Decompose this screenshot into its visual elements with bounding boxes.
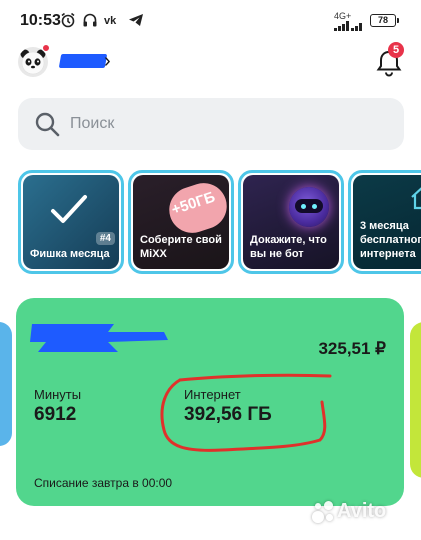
avito-logo-icon: [312, 500, 334, 523]
headphones-icon: [83, 13, 97, 27]
story-card[interactable]: +50ГБ Соберите свой MiXX: [128, 170, 234, 274]
avatar-status-dot: [42, 44, 50, 52]
battery-level: 78: [377, 15, 388, 25]
status-bar: 10:53 vk 4G+ 78: [0, 0, 421, 42]
search-icon: [35, 112, 60, 137]
minutes-value: 6912: [34, 404, 77, 425]
robot-face: [295, 199, 323, 213]
story-image: #4 Фишка месяца: [23, 175, 119, 269]
svg-text:vk: vk: [104, 15, 117, 27]
telegram-icon: [129, 14, 143, 26]
app-header: › 5: [0, 42, 421, 84]
avito-watermark: Avito: [312, 500, 386, 523]
story-card[interactable]: 3 месяца бесплатного интернета: [348, 170, 421, 274]
minutes-label: Минуты: [34, 387, 82, 402]
search-placeholder: Поиск: [70, 115, 115, 132]
status-time: 10:53: [20, 12, 61, 29]
phone-number-redacted: [30, 324, 168, 352]
story-card[interactable]: #4 Фишка месяца: [18, 170, 124, 274]
signal-icon: [334, 21, 362, 31]
balance-card[interactable]: 325,51 ₽ Минуты 6912 Интернет 392,56 ГБ …: [16, 298, 404, 506]
alarm-icon: [61, 12, 75, 28]
story-card[interactable]: Докажите, что вы не бот: [238, 170, 344, 274]
next-card-peek[interactable]: [410, 322, 421, 478]
house-icon: [411, 187, 421, 210]
checkmark-icon: [51, 195, 87, 223]
previous-card-peek[interactable]: [0, 322, 12, 446]
story-title: 3 месяца бесплатного интернета: [360, 220, 421, 260]
story-title: Фишка месяца: [30, 248, 110, 260]
notifications-badge: 5: [388, 42, 404, 58]
network-indicator: 4G+: [334, 11, 352, 21]
red-scribble-annotation: [160, 373, 332, 452]
watermark-text: Avito: [337, 500, 387, 522]
vk-icon: vk: [104, 15, 117, 27]
chevron-right-icon[interactable]: ›: [104, 50, 111, 73]
story-badge: #4: [95, 232, 115, 245]
story-title: Докажите, что вы не бот: [250, 234, 327, 260]
username-redacted[interactable]: [58, 54, 108, 68]
story-image: 3 месяца бесплатного интернета: [353, 175, 421, 269]
story-title: Соберите свой MiXX: [140, 234, 222, 260]
search-bar[interactable]: Поиск: [18, 98, 404, 150]
story-image: Докажите, что вы не бот: [243, 175, 339, 269]
status-icons: vk: [60, 12, 144, 28]
battery-icon: 78: [370, 14, 399, 27]
robot-eye: [312, 204, 317, 209]
balance-amount: 325,51 ₽: [318, 339, 386, 358]
story-image: +50ГБ Соберите свой MiXX: [133, 175, 229, 269]
robot-eye: [301, 204, 306, 209]
charge-info: Списание завтра в 00:00: [34, 476, 173, 490]
stories-carousel[interactable]: #4 Фишка месяца +50ГБ Соберите свой MiXX…: [0, 170, 421, 276]
